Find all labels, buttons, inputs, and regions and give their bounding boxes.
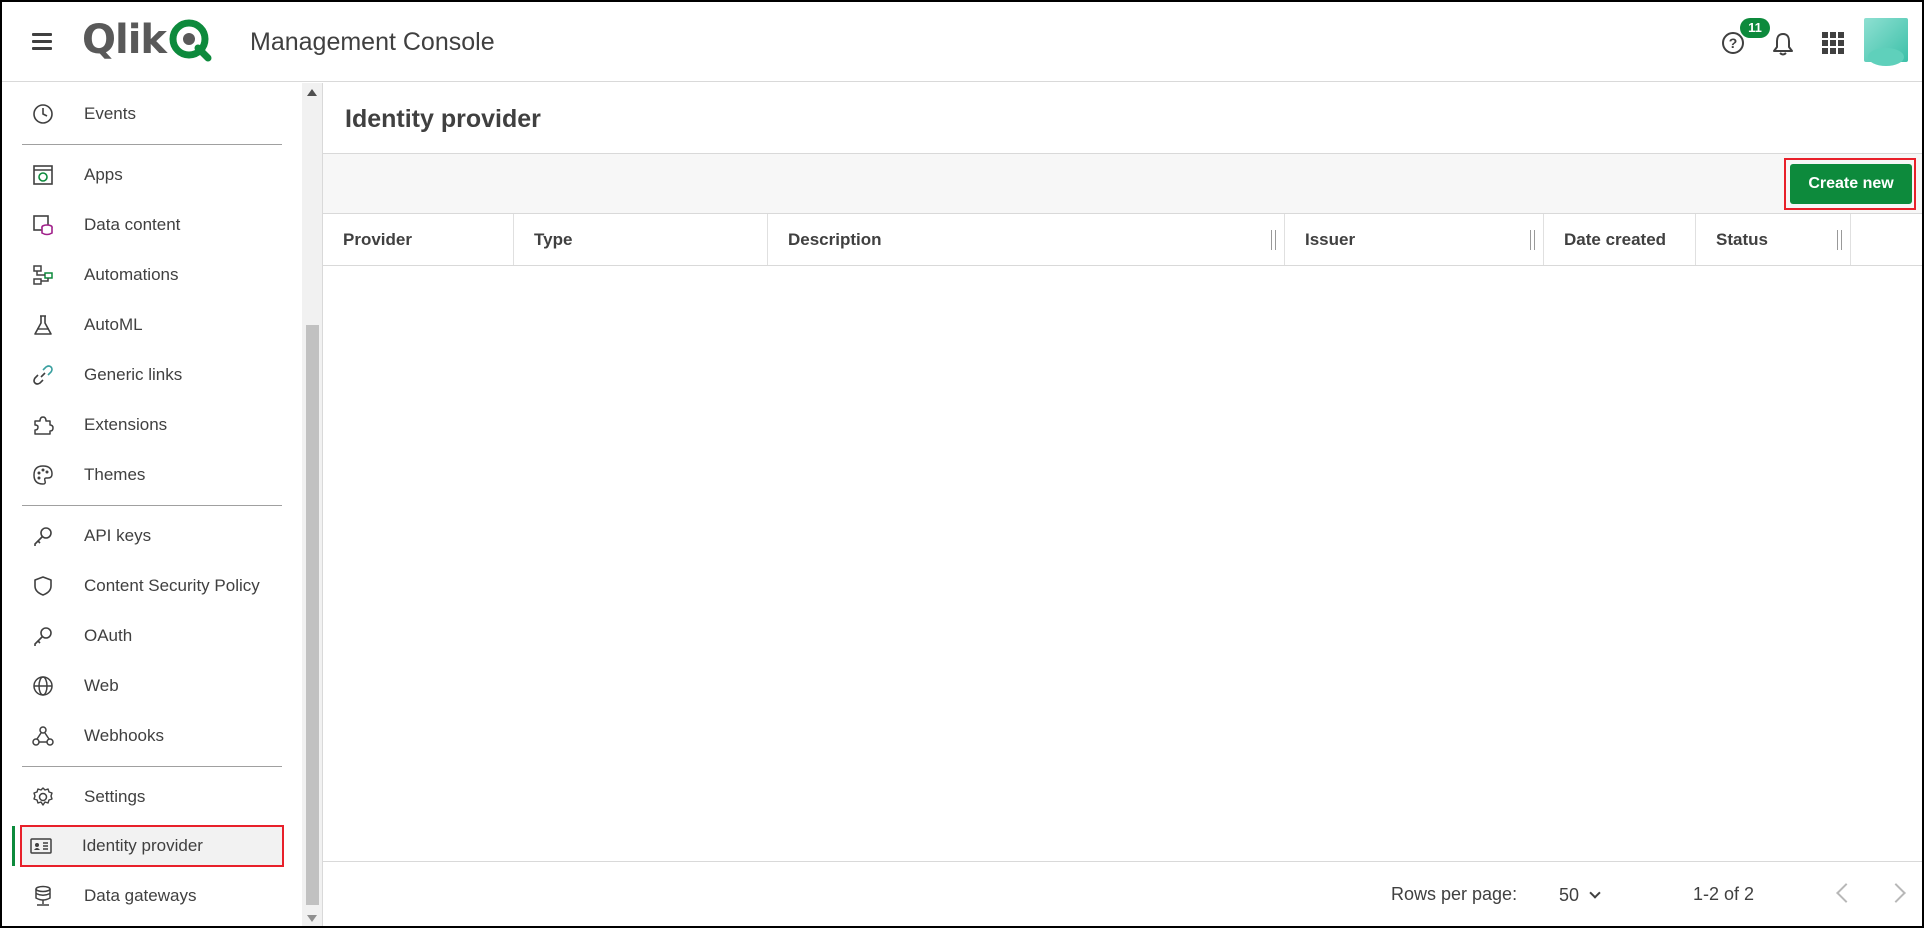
create-new-highlight: Create new [1784,158,1916,210]
column-resize-handle[interactable] [1837,230,1842,250]
column-header-label: Status [1716,229,1768,249]
sidebar-item-settings[interactable]: Settings [22,776,284,818]
column-resize-handle[interactable] [1530,230,1535,250]
sidebar-item-label: Identity provider [82,836,203,855]
column-header-label: Date created [1564,229,1667,249]
automation-icon [33,265,53,285]
create-new-button[interactable]: Create new [1790,164,1912,204]
clock-icon [33,104,53,124]
sidebar-item-web[interactable]: Web [22,665,284,707]
column-header-provider[interactable]: Provider [323,214,514,265]
sidebar-item-content-security-policy[interactable]: Content Security Policy [22,565,284,607]
rows-per-page-select[interactable]: 50 [1559,880,1619,910]
column-header-description[interactable]: Description [768,214,1285,265]
id-card-icon [30,838,52,854]
sidebar-item-label: AutoML [84,315,143,334]
app-title: Management Console [250,28,495,56]
link-icon [33,365,53,385]
app-icon [33,165,53,185]
column-header-label: Description [788,229,882,249]
pagination-range: 1-2 of 2 [1693,884,1755,904]
rows-per-page-value: 50 [1559,884,1580,905]
puzzle-icon [34,416,54,435]
sidebar-item-label: OAuth [84,626,133,645]
scroll-up-arrow-icon[interactable] [307,89,317,96]
column-header-status[interactable]: Status [1696,214,1851,265]
app-window: Qlik Management Console ? 11 Events Apps… [0,0,1924,928]
key-icon [34,527,52,546]
help-icon[interactable]: ? [1722,32,1744,54]
sidebar-item-extensions[interactable]: Extensions [22,404,284,446]
sidebar-item-themes[interactable]: Themes [22,454,284,496]
qlik-logo[interactable]: Qlik [82,16,212,64]
sidebar-item-label: API keys [84,526,152,545]
sidebar-item-identity-provider[interactable]: Identity provider [20,825,284,867]
column-resize-handle[interactable] [1271,230,1276,250]
sidebar-scrollbar[interactable] [302,83,322,926]
sidebar-item-automations[interactable]: Automations [22,254,284,296]
sidebar-item-label: Automations [84,265,179,284]
sidebar-item-label: Content Security Policy [84,576,260,595]
sidebar-item-label: Themes [84,465,146,484]
column-header-label: Issuer [1305,229,1356,249]
chevron-down-icon [1589,886,1601,899]
gateway-icon [35,885,51,906]
sidebar-item-label: Web [84,676,119,695]
sidebar-item-data-content[interactable]: Data content [22,204,284,246]
apps-grid-icon[interactable] [1822,32,1844,54]
database-icon [33,215,53,236]
sidebar-item-label: Generic links [84,365,183,384]
column-header-label: Provider [343,229,412,249]
flask-icon [34,315,52,335]
key-icon [34,627,52,646]
table-toolbar: Create new [323,153,1922,214]
previous-page-icon[interactable] [1836,883,1856,903]
sidebar-item-data-gateways[interactable]: Data gateways [22,875,284,917]
sidebar-item-oauth[interactable]: OAuth [22,615,284,657]
sidebar-item-apps[interactable]: Apps [22,154,284,196]
next-page-icon[interactable] [1886,883,1906,903]
notification-badge: 11 [1740,18,1770,38]
logo-text: Qlik [82,17,167,63]
scrollbar-thumb[interactable] [306,325,319,905]
sidebar-item-events[interactable]: Events [22,93,284,135]
main-content: Identity provider Create new Provider Ty… [322,83,1922,926]
table-body [323,266,1922,861]
column-header-issuer[interactable]: Issuer [1285,214,1544,265]
globe-icon [33,676,53,696]
table-pagination: Rows per page: 50 1-2 of 2 [323,861,1922,926]
column-header-date-created[interactable]: Date created [1544,214,1696,265]
column-header-label: Type [534,229,573,249]
sidebar-item-webhooks[interactable]: Webhooks [22,715,284,757]
sidebar-item-label: Webhooks [84,726,165,745]
sidebar: Events Apps Data content Automations Aut… [2,83,322,926]
sidebar-item-label: Apps [84,165,123,184]
page-title: Identity provider [345,105,541,133]
sidebar-item-api-keys[interactable]: API keys [22,515,284,557]
hamburger-menu-icon[interactable] [32,33,52,51]
sidebar-item-label: Extensions [84,415,168,434]
webhook-icon [32,726,54,746]
top-header: Qlik Management Console ? 11 [2,2,1922,82]
avatar[interactable] [1864,18,1908,66]
active-indicator [12,826,15,866]
logo-q-icon [169,19,212,62]
sidebar-item-label: Data gateways [84,886,197,905]
bell-icon[interactable] [1772,32,1794,56]
table-header: Provider Type Description Issuer Date cr… [323,214,1922,266]
rows-per-page-label: Rows per page: [1391,884,1518,904]
sidebar-divider [22,144,282,145]
sidebar-item-label: Data content [84,215,181,234]
sidebar-item-automl[interactable]: AutoML [22,304,284,346]
sidebar-item-label: Events [84,104,136,123]
sidebar-divider [22,766,282,767]
palette-icon [33,465,53,485]
sidebar-item-generic-links[interactable]: Generic links [22,354,284,396]
column-header-type[interactable]: Type [514,214,768,265]
shield-icon [34,576,52,596]
gear-icon [33,787,53,806]
sidebar-item-label: Settings [84,787,146,806]
sidebar-divider [22,505,282,506]
scroll-down-arrow-icon[interactable] [307,915,317,922]
